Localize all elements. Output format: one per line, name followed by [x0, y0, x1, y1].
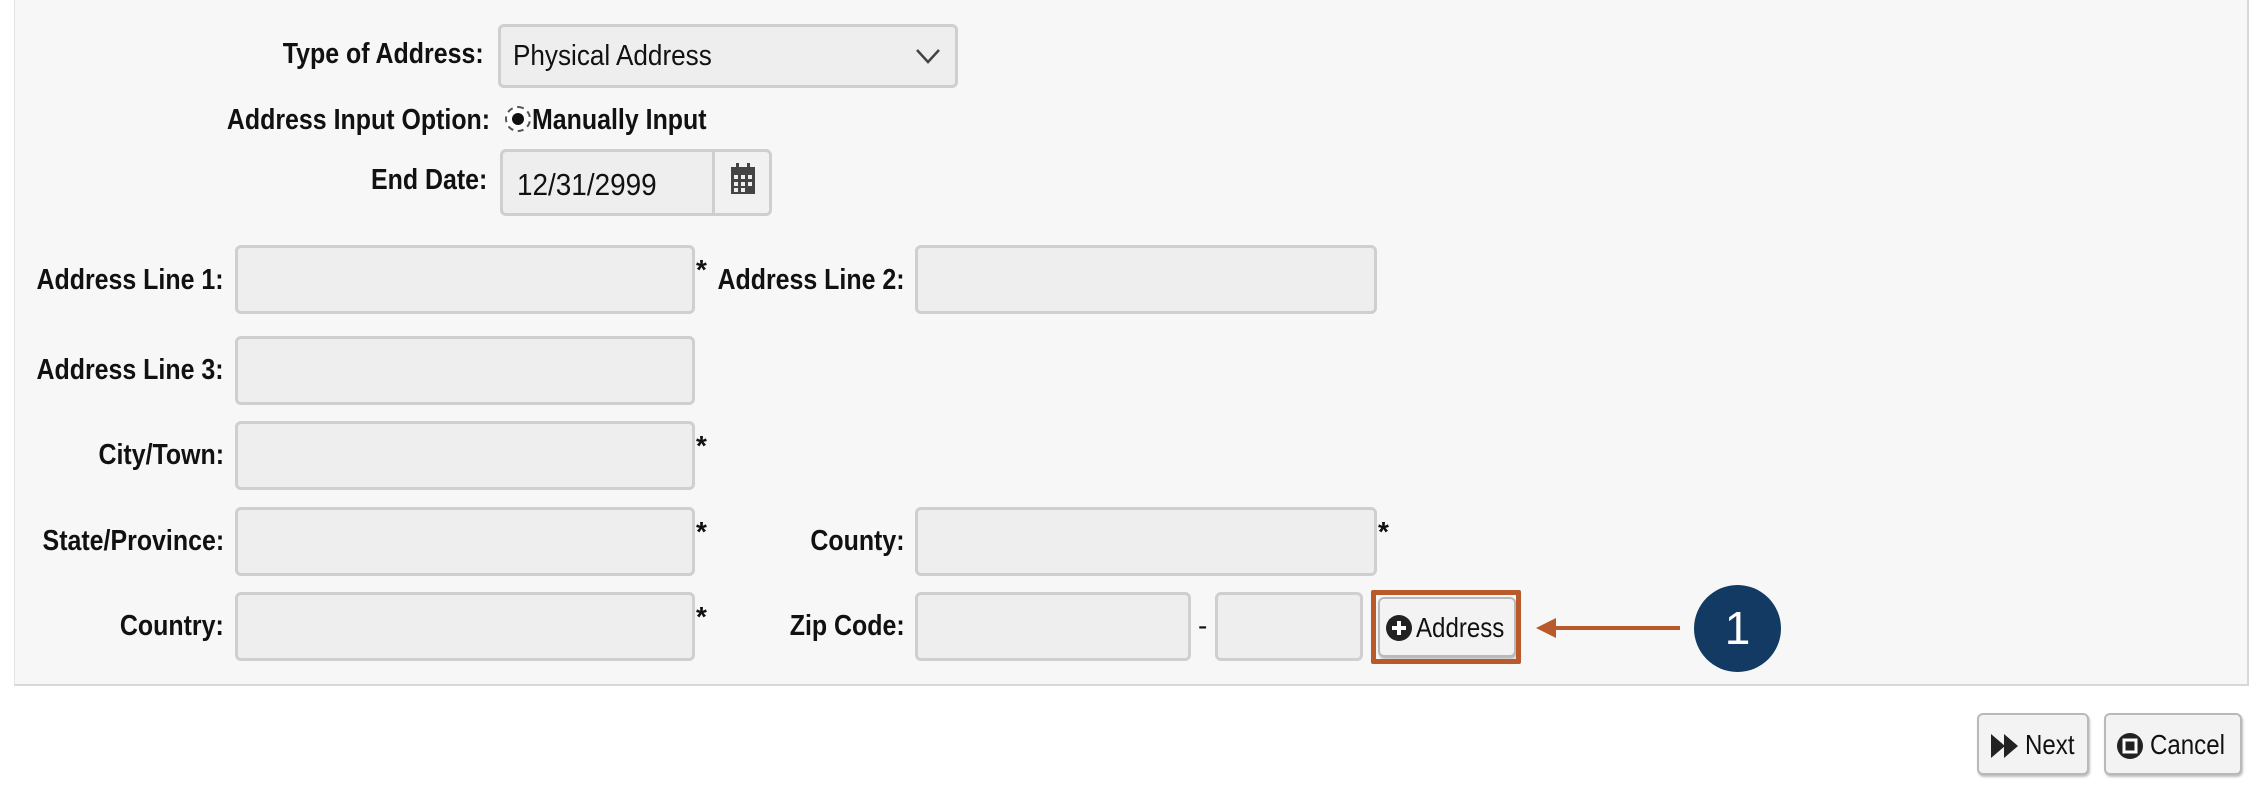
end-date-value: 12/31/2999 [517, 167, 657, 202]
country-input[interactable] [235, 592, 695, 661]
fast-forward-icon [1991, 734, 2018, 758]
state-province-label: State/Province: [42, 525, 224, 557]
type-of-address-value: Physical Address [513, 40, 712, 72]
chevron-down-icon [916, 49, 940, 64]
calendar-icon [731, 163, 755, 194]
city-town-input[interactable] [235, 421, 695, 490]
address-line-1-label: Address Line 1: [36, 264, 224, 296]
address-input-option-label: Address Input Option: [226, 104, 490, 136]
callout-arrow [1555, 626, 1680, 630]
zip-code-label: Zip Code: [790, 610, 905, 642]
state-province-required-marker: * [696, 516, 707, 547]
address-line-1-input[interactable] [235, 245, 695, 314]
calendar-button[interactable] [712, 149, 772, 216]
county-input[interactable] [915, 507, 1377, 576]
address-line-2-label: Address Line 2: [717, 264, 905, 296]
cancel-button[interactable]: Cancel [2104, 713, 2242, 775]
zip-code-input[interactable] [915, 592, 1191, 661]
manually-input-label: Manually Input [532, 104, 707, 136]
address-line-3-label: Address Line 3: [36, 354, 224, 386]
city-town-required-marker: * [696, 430, 707, 461]
address-line-3-input[interactable] [235, 336, 695, 405]
callout-badge: 1 [1694, 585, 1781, 672]
address-line-2-input[interactable] [915, 245, 1377, 314]
next-label: Next [2025, 729, 2075, 760]
add-address-highlight [1371, 590, 1521, 664]
zip-code-extension-input[interactable] [1215, 592, 1363, 661]
country-required-marker: * [696, 601, 707, 632]
type-of-address-select[interactable]: Physical Address [498, 24, 958, 88]
country-label: Country: [120, 610, 224, 642]
end-date-label: End Date: [370, 164, 487, 196]
arrow-head [1536, 618, 1556, 638]
address-line-1-required-marker: * [696, 254, 707, 285]
next-button[interactable]: Next [1977, 713, 2089, 775]
county-label: County: [810, 525, 905, 557]
manually-input-radio[interactable] [505, 106, 531, 132]
zip-separator: - [1198, 610, 1208, 641]
county-required-marker: * [1378, 516, 1389, 547]
close-circle-icon [2117, 733, 2143, 759]
state-province-input[interactable] [235, 507, 695, 576]
cancel-label: Cancel [2150, 729, 2225, 760]
end-date-input[interactable]: 12/31/2999 [500, 149, 713, 216]
city-town-label: City/Town: [98, 439, 224, 471]
type-of-address-label: Type of Address: [283, 38, 484, 70]
